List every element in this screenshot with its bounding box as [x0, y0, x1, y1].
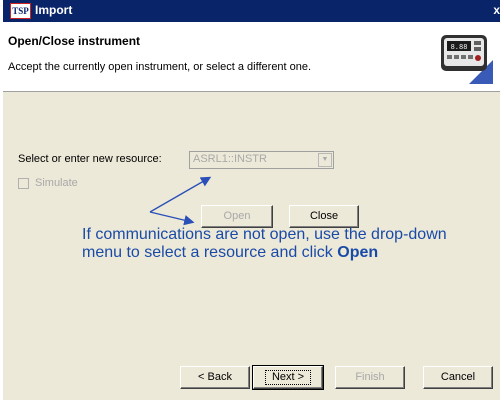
resource-value[interactable]: ASRL1::INSTR: [193, 153, 267, 165]
simulate-checkbox[interactable]: [18, 178, 29, 189]
finish-button[interactable]: Finish: [335, 366, 405, 389]
back-button[interactable]: < Back: [180, 366, 250, 389]
simulate-label: Simulate: [35, 177, 78, 189]
page-title: Open/Close instrument: [8, 34, 141, 48]
svg-text:8.88: 8.88: [451, 43, 468, 51]
title-bar[interactable]: TSP Import x: [3, 0, 500, 22]
callout-emphasis: Open: [337, 244, 379, 261]
next-button-label: Next >: [264, 370, 312, 385]
close-icon[interactable]: x: [488, 3, 500, 17]
resource-label: Select or enter new resource:: [18, 153, 162, 165]
page-subtitle: Accept the currently open instrument, or…: [8, 61, 312, 73]
open-button[interactable]: Open: [201, 205, 273, 228]
tsp-app-icon: TSP: [10, 3, 31, 19]
wizard-header: Open/Close instrument Accept the current…: [3, 22, 500, 92]
annotation-callout: If communications are not open, use the …: [82, 226, 477, 262]
window-title: Import: [35, 3, 73, 17]
callout-text: If communications are not open, use the …: [82, 226, 447, 261]
resource-combobox[interactable]: ASRL1::INSTR ▼: [189, 151, 334, 169]
cancel-button[interactable]: Cancel: [423, 366, 493, 389]
next-button[interactable]: Next >: [252, 365, 324, 390]
import-dialog: TSP Import x Open/Close instrument Accep…: [3, 0, 500, 400]
instrument-panel-icon: 8.88: [441, 35, 493, 84]
chevron-down-icon[interactable]: ▼: [318, 153, 332, 167]
close-instrument-button[interactable]: Close: [289, 205, 359, 228]
